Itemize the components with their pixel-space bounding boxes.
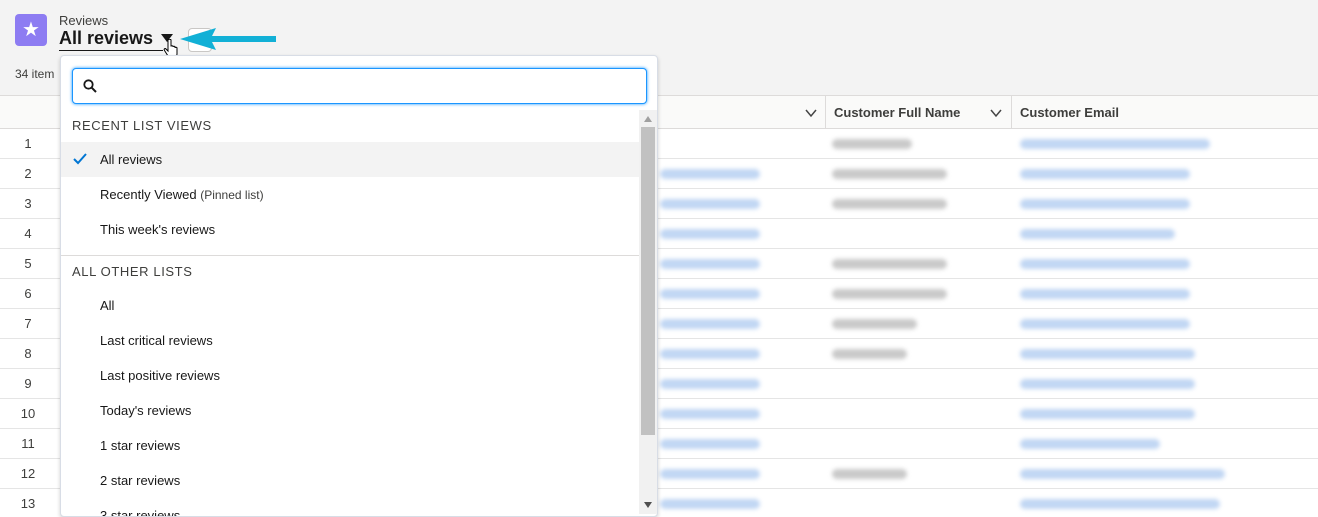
- column-header[interactable]: [657, 96, 825, 129]
- blurred-name: [832, 349, 907, 359]
- pinned-note: (Pinned list): [200, 188, 264, 202]
- blurred-link: [660, 469, 760, 479]
- blurred-link: [660, 169, 760, 179]
- list-item-label: Last positive reviews: [100, 368, 220, 383]
- list-item-label: All: [100, 298, 115, 313]
- row-number: 6: [24, 286, 32, 301]
- blurred-name: [832, 169, 947, 179]
- search-icon: [83, 79, 97, 93]
- blurred-name: [832, 469, 907, 479]
- row-number: 3: [24, 196, 32, 211]
- blurred-link: [660, 259, 760, 269]
- list-item-label: Today's reviews: [100, 403, 192, 418]
- blurred-email: [1020, 469, 1225, 479]
- blurred-email: [1020, 259, 1190, 269]
- row-number: 8: [24, 346, 32, 361]
- check-icon: [73, 153, 87, 165]
- blurred-name: [832, 289, 947, 299]
- scrollbar-thumb[interactable]: [641, 127, 655, 435]
- column-header-customer-email[interactable]: Customer Email: [1011, 96, 1318, 129]
- list-item-2-star-reviews[interactable]: 2 star reviews: [61, 463, 639, 498]
- list-item-this-weeks-reviews[interactable]: This week's reviews: [61, 212, 639, 247]
- list-item-1-star-reviews[interactable]: 1 star reviews: [61, 428, 639, 463]
- blurred-link: [660, 439, 760, 449]
- section-header-other: ALL OTHER LISTS: [72, 264, 193, 279]
- row-number: 11: [21, 436, 35, 451]
- list-item-all-reviews[interactable]: All reviews: [61, 142, 639, 177]
- section-header-recent: RECENT LIST VIEWS: [72, 118, 212, 133]
- blurred-email: [1020, 169, 1190, 179]
- row-number: 1: [24, 136, 32, 151]
- items-count: 34 item: [15, 67, 55, 81]
- blurred-email: [1020, 499, 1220, 509]
- row-number: 5: [24, 256, 32, 271]
- app: ★ Reviews All reviews 34 item Customer F…: [0, 0, 1318, 517]
- blurred-email: [1020, 379, 1195, 389]
- row-number: 7: [24, 316, 32, 331]
- list-item-last-positive-reviews[interactable]: Last positive reviews: [61, 358, 639, 393]
- blurred-name: [832, 319, 917, 329]
- list-view-title[interactable]: All reviews: [59, 28, 153, 49]
- chevron-down-icon[interactable]: [805, 107, 817, 119]
- blurred-email: [1020, 439, 1160, 449]
- blurred-email: [1020, 409, 1195, 419]
- list-item-label: Last critical reviews: [100, 333, 213, 348]
- blurred-link: [660, 319, 760, 329]
- scroll-down-icon[interactable]: [644, 502, 652, 508]
- title-underline: [59, 50, 163, 51]
- list-item-last-critical-reviews[interactable]: Last critical reviews: [61, 323, 639, 358]
- list-views-list: RECENT LIST VIEWS All reviews Recently V…: [61, 110, 639, 517]
- blurred-email: [1020, 319, 1190, 329]
- blurred-email: [1020, 139, 1210, 149]
- blurred-link: [660, 409, 760, 419]
- dropdown-scrollbar[interactable]: [639, 110, 657, 514]
- list-item-all[interactable]: All: [61, 288, 639, 323]
- list-item-label: 1 star reviews: [100, 438, 181, 453]
- row-number: 4: [24, 226, 32, 241]
- list-item-todays-reviews[interactable]: Today's reviews: [61, 393, 639, 428]
- chevron-down-icon[interactable]: [990, 107, 1002, 119]
- blurred-name: [832, 259, 947, 269]
- blurred-name: [832, 139, 912, 149]
- row-number: 13: [20, 496, 36, 511]
- list-item-label: All reviews: [100, 152, 163, 167]
- blurred-email: [1020, 349, 1195, 359]
- row-number: 9: [24, 376, 32, 391]
- search-input[interactable]: [107, 75, 637, 97]
- row-number: 2: [24, 166, 32, 181]
- blurred-link: [660, 289, 760, 299]
- blurred-link: [660, 379, 760, 389]
- search-box[interactable]: [72, 68, 647, 104]
- blurred-link: [660, 499, 760, 509]
- list-item-label: Recently Viewed: [100, 187, 197, 202]
- arrow-left-icon: [180, 28, 276, 50]
- list-item-recently-viewed[interactable]: Recently Viewed (Pinned list): [61, 177, 639, 212]
- blurred-email: [1020, 199, 1190, 209]
- list-view-dropdown: RECENT LIST VIEWS All reviews Recently V…: [60, 55, 658, 517]
- blurred-link: [660, 199, 760, 209]
- row-number: 10: [20, 406, 36, 421]
- object-label: Reviews: [59, 13, 109, 28]
- blurred-email: [1020, 289, 1190, 299]
- scroll-up-icon[interactable]: [644, 116, 652, 122]
- list-item-label: 3 star reviews: [100, 508, 181, 517]
- list-item-label: This week's reviews: [100, 222, 216, 237]
- blurred-email: [1020, 229, 1175, 239]
- column-header-customer-full-name[interactable]: Customer Full Name: [825, 96, 1011, 129]
- list-item-3-star-reviews[interactable]: 3 star reviews: [61, 498, 639, 517]
- blurred-link: [660, 349, 760, 359]
- blurred-link: [660, 229, 760, 239]
- row-number: 12: [20, 466, 36, 481]
- list-item-label: 2 star reviews: [100, 473, 181, 488]
- blurred-name: [832, 199, 947, 209]
- star-icon: ★: [15, 14, 47, 46]
